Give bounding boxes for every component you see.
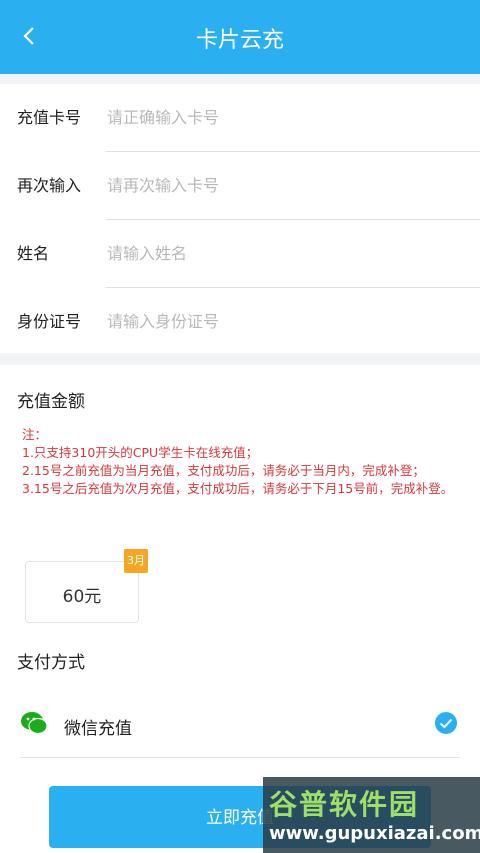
- field-label: 充值卡号: [17, 108, 82, 127]
- card-number-confirm-input[interactable]: 请再次输入卡号: [107, 172, 219, 196]
- wechat-icon: [21, 712, 48, 735]
- card-number-confirm-row[interactable]: 再次输入 请再次输入卡号: [0, 152, 480, 220]
- field-label: 再次输入: [17, 176, 82, 195]
- card-form: 充值卡号 请正确输入卡号 再次输入 请再次输入卡号 姓名 请输入姓名 身份证号 …: [0, 84, 480, 354]
- section-separator: [0, 353, 480, 365]
- divider: [0, 74, 480, 84]
- payment-section-title: 支付方式: [17, 653, 85, 673]
- name-row[interactable]: 姓名 请输入姓名: [0, 220, 480, 288]
- check-circle-icon[interactable]: [434, 711, 458, 735]
- name-input[interactable]: 请输入姓名: [107, 240, 187, 264]
- app-header: 卡片云充: [0, 0, 480, 74]
- recharge-notes: 注： 1.只支持310开头的CPU学生卡在线充值； 2.15号之前充值为当月充值…: [22, 426, 467, 498]
- watermark-title: 谷普软件园: [269, 788, 420, 821]
- note-line: 3.15号之后充值为次月充值，支付成功后，请务必于下月15号前，完成补登。: [22, 481, 454, 496]
- month-badge: 3月: [124, 549, 148, 573]
- payment-method-wechat[interactable]: 微信充值: [20, 696, 460, 756]
- id-number-row[interactable]: 身份证号 请输入身份证号: [0, 288, 480, 356]
- payment-method-label: 微信充值: [64, 719, 132, 739]
- field-label: 姓名: [17, 244, 50, 263]
- note-line: 2.15号之前充值为当月充值，支付成功后，请务必于当月内，完成补登；: [22, 463, 425, 478]
- amount-value: 60元: [62, 587, 102, 607]
- note-line: 1.只支持310开头的CPU学生卡在线充值；: [22, 445, 259, 460]
- card-number-input[interactable]: 请正确输入卡号: [107, 104, 219, 128]
- watermark-url: www.gupuxiazai.com: [269, 823, 480, 844]
- watermark: 谷普软件园 www.gupuxiazai.com: [263, 777, 480, 853]
- id-number-input[interactable]: 请输入身份证号: [107, 308, 219, 332]
- card-number-row[interactable]: 充值卡号 请正确输入卡号: [0, 84, 480, 152]
- amount-section-title: 充值金额: [17, 392, 85, 412]
- amount-option[interactable]: 60元: [25, 561, 139, 623]
- note-line: 注：: [22, 427, 48, 442]
- field-label: 身份证号: [17, 312, 82, 331]
- page-title: 卡片云充: [195, 28, 284, 53]
- divider: [20, 757, 460, 758]
